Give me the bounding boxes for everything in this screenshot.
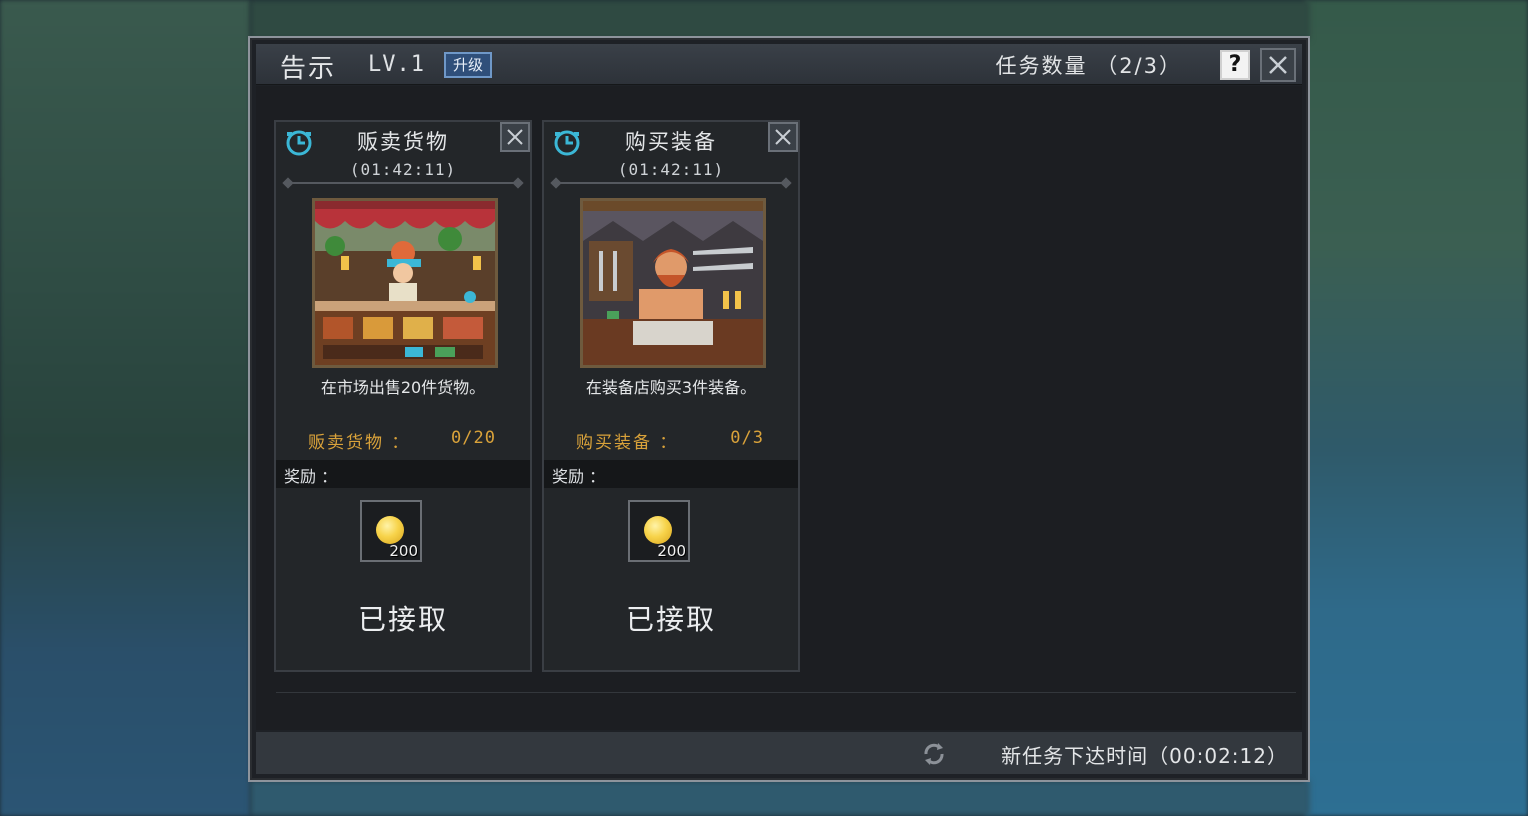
quest-description: 在装备店购买3件装备。 (585, 378, 757, 397)
footer-bar: 新任务下达时间（00:02:12） (256, 732, 1302, 774)
quest-description: 在市场出售20件货物。 (320, 378, 486, 397)
reward-header: 奖励 ： (544, 460, 798, 488)
progress-value: 0/3 (730, 428, 764, 448)
title-bar: 告示 LV.1 升级 任务数量 （2/3） ? (256, 44, 1302, 85)
quest-timer: (01:42:11) (617, 160, 725, 179)
quest-title: 购买装备 (625, 130, 717, 154)
close-icon (775, 129, 791, 145)
divider (556, 182, 786, 184)
close-window-button[interactable] (1260, 48, 1296, 82)
quest-card-header: 贩卖货物 (01:42:11) (276, 122, 530, 182)
quest-timer: (01:42:11) (349, 160, 457, 179)
close-icon (1269, 56, 1287, 74)
quest-title: 贩卖货物 (357, 130, 449, 154)
quest-card[interactable]: 贩卖货物 (01:42:11) 在市场出售20件货物。 贩卖货物 ： 0/20 … (274, 120, 532, 672)
reward-item-slot[interactable]: 200 (628, 500, 690, 562)
quest-list: 贩卖货物 (01:42:11) 在市场出售20件货物。 贩卖货物 ： 0/20 … (256, 86, 1302, 730)
upgrade-button[interactable]: 升级 (444, 52, 492, 78)
content-divider (276, 692, 1296, 693)
next-quest-timer: 新任务下达时间（00:02:12） (1001, 744, 1288, 768)
quest-card-header: 购买装备 (01:42:11) (544, 122, 798, 182)
quest-status: 已接取 (357, 603, 448, 636)
notice-board-window: 告示 LV.1 升级 任务数量 （2/3） ? 贩卖货物 (01:42:11) (248, 36, 1310, 782)
blacksmith-illustration (580, 198, 766, 368)
refresh-icon[interactable] (920, 740, 948, 768)
gold-coin-icon (376, 516, 404, 544)
reward-quantity: 200 (657, 542, 686, 560)
progress-label: 购买装备 ： (576, 433, 679, 453)
abandon-quest-button[interactable] (768, 122, 798, 152)
abandon-quest-button[interactable] (500, 122, 530, 152)
reward-label: 奖励 ： (552, 467, 606, 486)
progress-label: 贩卖货物 ： (308, 433, 411, 453)
reward-item-slot[interactable]: 200 (360, 500, 422, 562)
progress-value: 0/20 (451, 428, 496, 448)
reward-quantity: 200 (389, 542, 418, 560)
quest-card[interactable]: 购买装备 (01:42:11) 在装备店购买3件装备。 购买装备 ： 0/3 奖… (542, 120, 800, 672)
reward-label: 奖励 ： (284, 467, 338, 486)
merchant-stall-illustration (312, 198, 498, 368)
help-button[interactable]: ? (1220, 50, 1250, 80)
window-title: 告示 (280, 54, 337, 84)
reward-header: 奖励 ： (276, 460, 530, 488)
divider (288, 182, 518, 184)
board-level: LV.1 (368, 52, 425, 77)
quest-count: 任务数量 （2/3） (995, 54, 1182, 78)
gold-coin-icon (644, 516, 672, 544)
quest-status: 已接取 (625, 603, 716, 636)
close-icon (507, 129, 523, 145)
